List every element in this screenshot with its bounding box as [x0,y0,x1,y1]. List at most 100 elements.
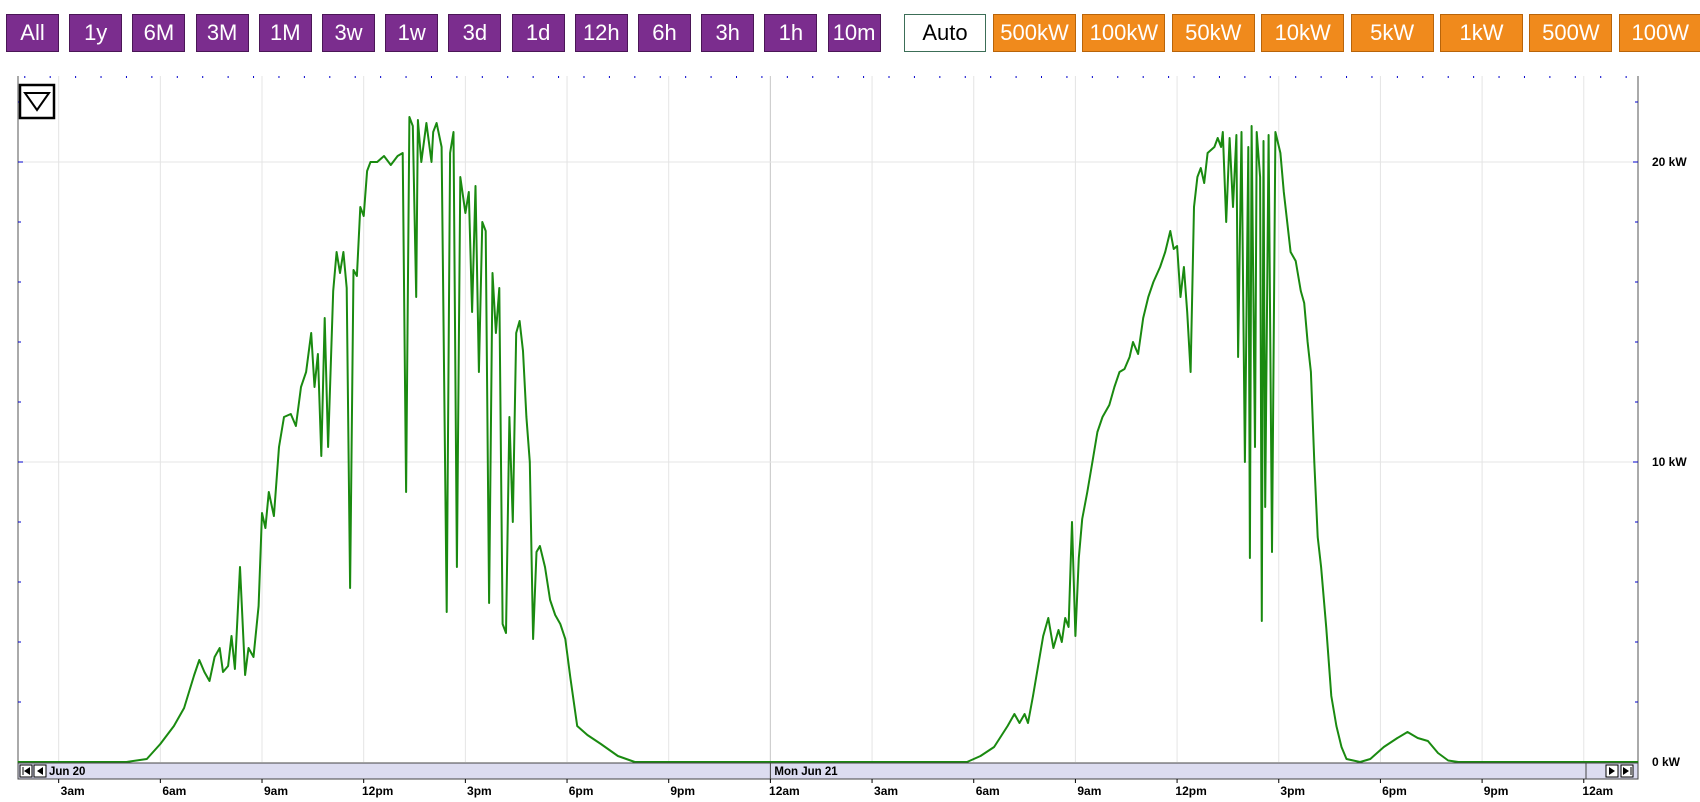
data-point [600,743,602,745]
data-point [512,521,514,523]
data-point [569,677,572,679]
data-point [502,623,504,625]
data-point [471,311,473,313]
x-tick-label: 12pm [362,784,393,798]
data-point [481,221,483,223]
data-point [390,164,392,166]
data-point [346,287,348,289]
data-point [234,668,236,670]
data-point [1193,206,1195,208]
data-point [485,230,487,232]
x-tick-label: 9pm [670,784,695,798]
data-point [1335,725,1337,727]
data-point [1096,431,1098,433]
x-tick-label: 3pm [467,784,492,798]
data-point [1052,647,1054,649]
data-point [1225,221,1227,223]
data-point [125,761,128,763]
data-point [366,170,368,172]
data-point [544,566,546,568]
data-point [1251,125,1253,127]
data-point [1359,761,1361,763]
data-point [1137,353,1139,355]
data-point [415,296,417,298]
x-tick-label: 6am [976,784,1000,798]
data-point [159,743,161,745]
data-point [1147,296,1149,298]
data-point [1123,368,1126,370]
x-tick-label: 9am [1077,784,1101,798]
data-point [1152,281,1154,283]
data-point [508,416,510,418]
triangle-down-icon[interactable] [18,83,56,120]
data-point [376,161,378,163]
data-point [300,386,302,388]
data-point [459,176,461,178]
data-point [258,605,260,607]
data-point [456,566,458,568]
x-tick-label: 6pm [569,784,594,798]
data-point [1437,752,1439,754]
data-point [203,671,205,673]
x-tick-label: 3pm [1280,784,1305,798]
data-point [408,116,410,118]
data-point [336,251,338,253]
data-point [505,632,507,634]
data-point [559,623,561,625]
data-point [1042,635,1044,637]
data-point [529,461,531,463]
data-point [1244,461,1246,463]
data-point [1369,758,1371,760]
data-point [1024,713,1026,715]
data-point [1295,260,1297,262]
data-point [1249,557,1251,559]
data-point [634,761,636,763]
data-point [268,491,270,493]
data-point [339,272,341,274]
data-point [498,287,500,289]
data-point [332,290,334,292]
x-tick-label: 3am [61,784,85,798]
data-point [564,638,566,640]
data-point [1279,152,1281,154]
data-point [1057,629,1060,631]
data-point [352,269,355,271]
data-point [183,707,185,709]
data-point [1247,146,1249,148]
data-point [1013,713,1016,715]
data-point [515,332,517,334]
data-point [208,680,211,682]
data-point [1074,635,1076,637]
data-point [1330,695,1332,697]
data-point [1164,251,1166,253]
data-point [478,371,480,373]
data-point [488,602,490,604]
data-point [1207,152,1209,154]
x-tick-label: 9am [264,784,288,798]
data-point [1173,248,1175,250]
data-point [227,665,229,667]
data-point [320,455,322,457]
data-point [1383,746,1385,748]
data-point [617,755,619,757]
data-point [356,275,358,277]
data-point [474,185,477,187]
x-tick-label: 6am [162,784,186,798]
data-point [1274,131,1276,133]
data-point [247,647,250,649]
data-point [1325,626,1327,628]
data-point [549,599,551,601]
data-point [1300,290,1302,292]
data-point [1101,416,1104,418]
data-point [1007,725,1009,727]
x-tick-label: 12pm [1175,784,1206,798]
data-point [1232,206,1234,208]
data-point [146,758,148,760]
data-point [1235,134,1237,136]
data-point [1203,182,1205,184]
data-point [313,386,316,388]
data-point [1259,176,1261,178]
data-point [1091,461,1093,463]
data-point [369,161,372,163]
data-point [452,131,455,133]
